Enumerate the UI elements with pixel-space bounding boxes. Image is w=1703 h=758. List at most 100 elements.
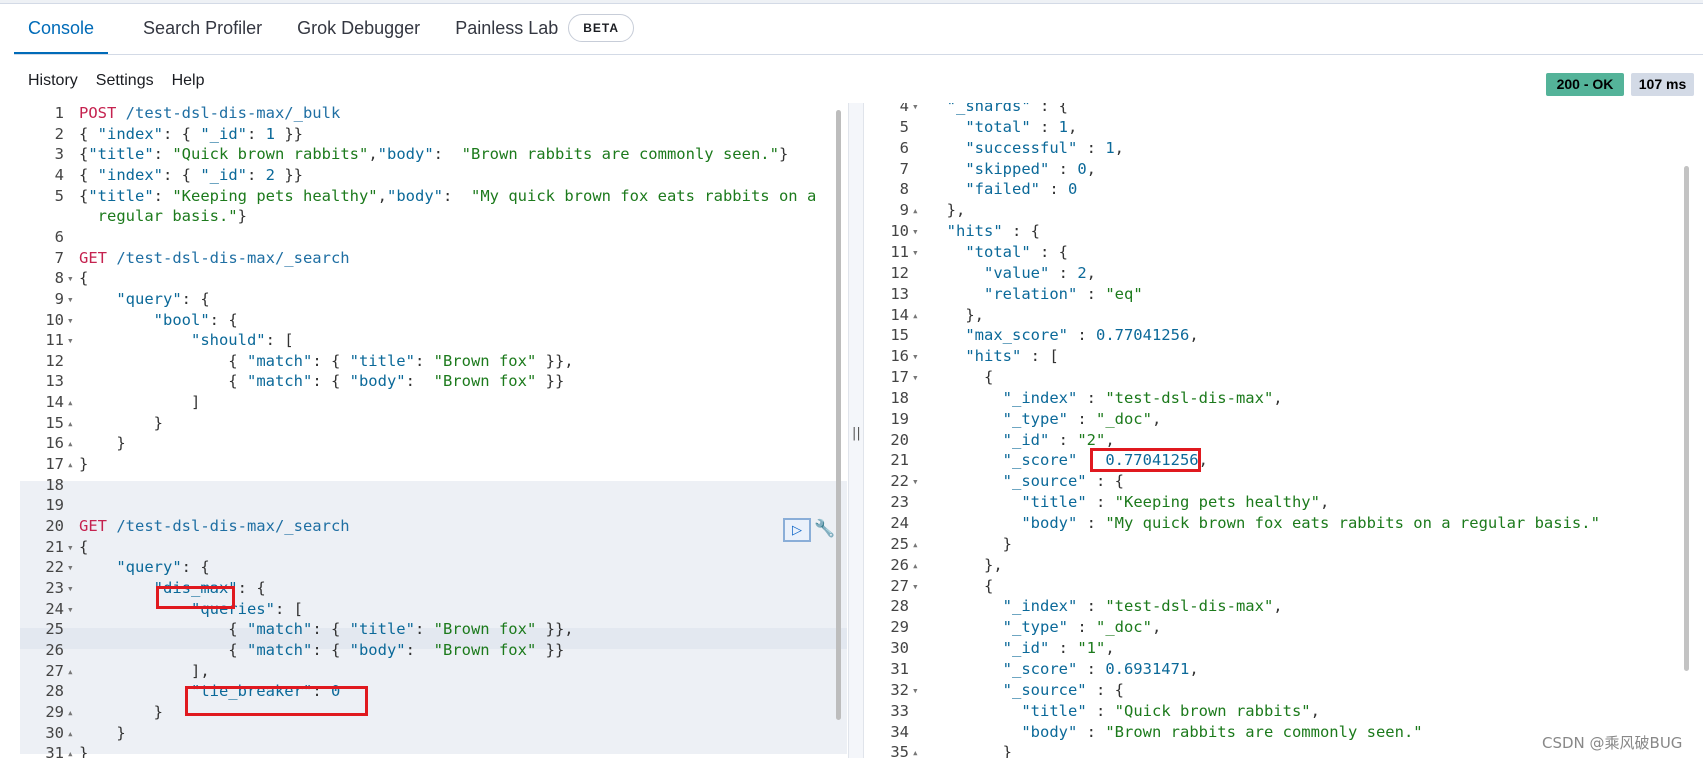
code-text: "query": { — [79, 557, 209, 578]
code-token: "value" — [984, 263, 1050, 282]
fold-toggle-icon[interactable]: ▾ — [912, 576, 926, 597]
code-line: 6 — [20, 227, 847, 248]
code-line: 16 ▾ "hits" : [ — [865, 346, 1703, 367]
fold-toggle-icon[interactable]: ▾ — [912, 346, 926, 367]
code-text: { "match": { "body": "Brown fox" }} — [79, 371, 564, 392]
code-text: { — [79, 537, 88, 558]
code-token: regular basis." — [79, 207, 238, 226]
tab-console[interactable]: Console — [14, 4, 109, 54]
tab-painless-lab[interactable]: Painless Lab BETA — [455, 4, 635, 54]
code-line: 28 "_index" : "test-dsl-dis-max", — [865, 596, 1703, 617]
code-token: , — [1310, 701, 1320, 720]
code-token: : [ — [265, 331, 294, 350]
code-token: }, — [928, 305, 984, 324]
fold-toggle-icon[interactable]: ▾ — [912, 242, 926, 263]
code-token: : — [405, 372, 434, 391]
code-text: "_index" : "test-dsl-dis-max", — [928, 596, 1283, 617]
code-token: 1 — [1058, 117, 1068, 136]
code-text: "title" : "Quick brown rabbits", — [928, 701, 1320, 722]
code-token: { — [79, 351, 247, 370]
fold-toggle-icon[interactable]: ▾ — [912, 471, 926, 492]
tab-bar: Console Search Profiler Grok Debugger Pa… — [14, 4, 669, 54]
fold-toggle-icon[interactable]: ▾ — [912, 103, 926, 117]
fold-toggle-icon[interactable]: ▴ — [912, 534, 926, 555]
request-scrollbar[interactable] — [836, 110, 841, 720]
code-token: { — [79, 620, 247, 639]
line-number: 4 — [54, 165, 64, 184]
line-number: 2 — [54, 124, 64, 143]
code-token: "total" — [965, 117, 1031, 136]
code-line: 9 ▾ "query": { — [20, 289, 847, 310]
tab-search-profiler[interactable]: Search Profiler — [143, 4, 262, 54]
code-token: : { — [312, 351, 350, 370]
line-number: 3 — [54, 145, 64, 164]
code-token: 2 — [265, 165, 276, 184]
resizer-grip-icon: || — [852, 426, 861, 441]
history-link[interactable]: History — [28, 72, 78, 90]
code-line: 30 "_id" : "1", — [865, 638, 1703, 659]
tab-grok-debugger[interactable]: Grok Debugger — [297, 4, 420, 54]
code-token: "query" — [116, 289, 182, 308]
code-token: "_score" — [1002, 451, 1078, 470]
code-text: "relation" : "eq" — [928, 284, 1143, 305]
settings-link[interactable]: Settings — [96, 72, 154, 90]
code-token: "Quick brown rabbits" — [172, 145, 369, 164]
code-token: "Brown rabbits are commonly seen." — [1105, 722, 1423, 741]
code-token: : — [405, 640, 434, 659]
line-number: 23 — [45, 578, 64, 597]
fold-toggle-icon[interactable]: ▴ — [912, 200, 926, 221]
response-scrollbar[interactable] — [1684, 166, 1689, 671]
code-line: 7 GET /test-dsl-dis-max/_search — [20, 248, 847, 269]
tab-divider — [14, 54, 1703, 55]
code-token: : { — [1086, 472, 1124, 491]
play-icon[interactable]: ▷ — [783, 518, 811, 542]
code-token: } — [928, 534, 1012, 553]
request-editor[interactable]: 1 POST /test-dsl-dis-max/_bulk 2{ "index":… — [20, 103, 847, 758]
status-badge: 200 - OK — [1546, 73, 1624, 96]
code-line: 31 "_score" : 0.6931471, — [865, 659, 1703, 680]
fold-toggle-icon[interactable]: ▴ — [912, 555, 926, 576]
fold-toggle-icon[interactable]: ▾ — [912, 221, 926, 242]
code-line: 19 — [20, 495, 847, 516]
code-token: , — [1105, 430, 1115, 449]
code-text: "hits" : [ — [928, 346, 1058, 367]
code-token: : — [153, 145, 173, 164]
code-token: ], — [79, 661, 210, 680]
code-text: { — [928, 576, 993, 597]
fold-toggle-icon[interactable]: ▴ — [912, 305, 926, 326]
line-number: 19 — [890, 409, 909, 428]
code-token: ] — [79, 393, 201, 412]
line-number: 17 — [890, 368, 909, 387]
code-token: "_score" — [1002, 659, 1078, 678]
line-number: 31 — [890, 659, 909, 678]
code-text: "hits" : { — [928, 221, 1040, 242]
code-text: } — [79, 723, 125, 744]
code-line: 4 { "index": { "_id": 2 }} — [20, 165, 847, 186]
code-token: , — [1114, 138, 1124, 157]
code-token: "_id" — [200, 124, 247, 143]
line-number: 23 — [890, 493, 909, 512]
code-line: 18 — [20, 475, 847, 496]
code-line: 24 ▾ "queries": [ — [20, 599, 847, 620]
code-token: { — [79, 186, 89, 205]
line-number: 30 — [890, 639, 909, 658]
line-number: 8 — [899, 180, 909, 199]
code-token: : — [414, 351, 434, 370]
wrench-icon[interactable]: 🔧 — [814, 519, 835, 539]
fold-toggle-icon[interactable]: ▾ — [912, 680, 926, 701]
code-token: }} — [275, 165, 304, 184]
code-token: "body" — [349, 640, 406, 659]
fold-toggle-icon[interactable]: ▴ — [912, 742, 926, 758]
code-token: }, — [928, 201, 966, 220]
response-viewer[interactable]: 4 ▾ "_shards" : {5 "total" : 1, 6 "success… — [865, 103, 1703, 758]
code-token: 0.77041256 — [1095, 326, 1190, 345]
painless-lab-label: Painless Lab — [455, 18, 559, 38]
help-link[interactable]: Help — [172, 72, 205, 90]
fold-toggle-icon[interactable]: ▾ — [912, 367, 926, 388]
code-text: "bool": { — [79, 310, 238, 331]
code-token: { — [79, 124, 98, 143]
code-token: "eq" — [1105, 284, 1143, 303]
